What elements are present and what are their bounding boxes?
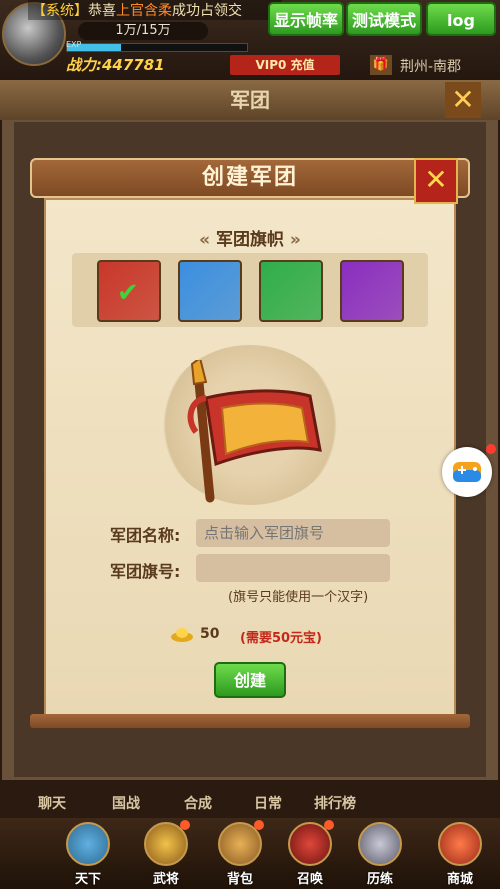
nav-summon-badge — [324, 820, 334, 830]
cost-amount: 50 — [200, 626, 220, 642]
bottom-nav: 天下 武将 背包 召唤 历练 商城 — [0, 818, 500, 889]
legion-name-input[interactable] — [196, 519, 390, 547]
gamepad-notification-dot — [486, 444, 496, 454]
flag-color-swatch[interactable]: ✔ — [97, 260, 161, 322]
vip-recharge-button[interactable]: VIP0 充值 — [230, 55, 340, 75]
legion-panel-title: 军团 — [0, 80, 500, 120]
resource-counter: 1万/15万 — [78, 22, 208, 40]
nav-summon[interactable]: 召唤 — [280, 818, 340, 889]
gamepad-icon — [453, 462, 481, 482]
nav-training[interactable]: 历练 — [350, 818, 410, 889]
dialog-footer-bar — [30, 714, 470, 728]
tab-leaderboard[interactable]: 排行榜 — [314, 793, 356, 813]
cost-note: (需要50元宝) — [240, 631, 322, 646]
legion-name-label: 军团名称: — [110, 526, 181, 545]
nav-world[interactable]: 天下 — [58, 818, 118, 889]
legion-tag-label: 军团旗号: — [110, 562, 181, 581]
system-player-name: 上官含柔 — [116, 3, 172, 19]
create-legion-button[interactable]: 创建 — [214, 662, 286, 698]
checkmark-icon: ✔ — [117, 278, 139, 308]
ingot-icon — [171, 628, 193, 642]
nav-backpack[interactable]: 背包 — [210, 818, 270, 889]
flag-color-swatch[interactable] — [178, 260, 242, 322]
nav-summon-label: 召唤 — [296, 872, 323, 887]
legion-tag-input[interactable] — [196, 554, 390, 582]
chevron-right-icon: » — [289, 230, 301, 250]
exp-bar — [66, 43, 248, 52]
floating-gamepad-button[interactable] — [442, 447, 492, 497]
nav-training-label: 历练 — [366, 872, 393, 887]
flag-section-label: 军团旗帜 — [216, 230, 284, 250]
exp-label: EXP — [66, 40, 82, 49]
flag-color-swatch[interactable] — [259, 260, 323, 322]
system-text-prefix: 恭喜 — [88, 3, 116, 19]
legion-panel-close-icon[interactable]: ✕ — [445, 82, 481, 118]
nav-backpack-badge — [254, 820, 264, 830]
test-mode-button[interactable]: 测试模式 — [346, 2, 422, 36]
map-icon — [66, 822, 110, 866]
tab-daily[interactable]: 日常 — [254, 793, 282, 813]
combat-power: 战力:447781 — [66, 56, 165, 74]
tab-national-war[interactable]: 国战 — [112, 793, 140, 813]
nav-world-label: 天下 — [74, 872, 101, 887]
log-button[interactable]: log — [426, 2, 496, 36]
tab-synthesis[interactable]: 合成 — [184, 793, 212, 813]
tag-hint: (旗号只能使用一个汉字) — [228, 590, 369, 605]
system-tag: 【系统】 — [32, 3, 88, 19]
gift-icon[interactable]: 🎁 — [370, 55, 392, 75]
nav-generals-label: 武将 — [152, 872, 179, 887]
flag-section-title: « 军团旗帜 » — [150, 225, 350, 250]
chat-tab-bar: 聊天 国战 合成 日常 排行榜 — [22, 785, 462, 819]
training-icon — [358, 822, 402, 866]
shop-icon — [438, 822, 482, 866]
dialog-title: 创建军团 — [30, 158, 470, 198]
system-message: 【系统】恭喜上官含柔成功占领交 — [28, 0, 282, 20]
nav-generals-badge — [180, 820, 190, 830]
system-text-suffix: 成功占领交 — [172, 3, 242, 19]
nav-backpack-label: 背包 — [226, 872, 253, 887]
location-label: 荆州-南郡 — [400, 59, 462, 75]
nav-shop-label: 商城 — [446, 872, 473, 887]
nav-shop[interactable]: 商城 — [430, 818, 490, 889]
tab-chat[interactable]: 聊天 — [38, 793, 66, 813]
show-fps-button[interactable]: 显示帧率 — [268, 2, 344, 36]
flag-preview-icon — [187, 360, 322, 503]
chevron-left-icon: « — [199, 230, 211, 250]
nav-generals[interactable]: 武将 — [136, 818, 196, 889]
flag-color-swatch[interactable] — [340, 260, 404, 322]
dialog-close-icon[interactable]: ✕ — [414, 158, 458, 204]
